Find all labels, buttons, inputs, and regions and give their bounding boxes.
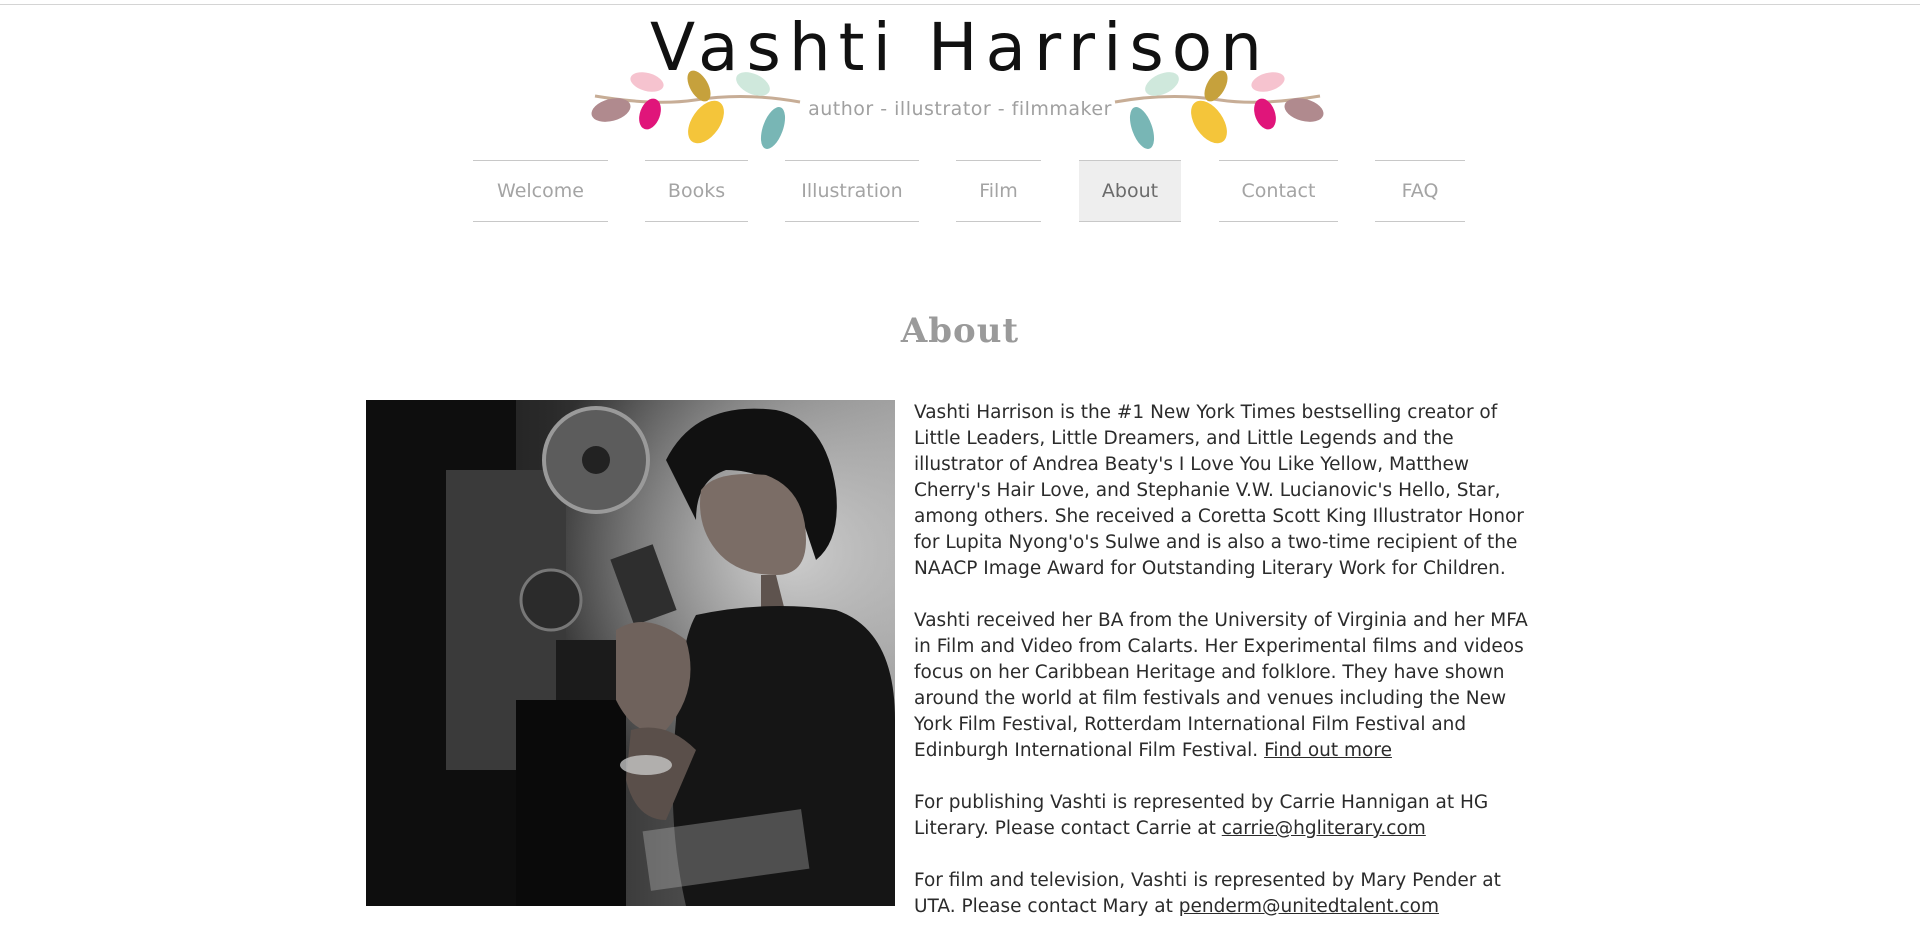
- portrait-photo: [366, 400, 895, 906]
- main-navigation: Welcome Books Illustration Film About Co…: [0, 160, 1920, 223]
- bio-paragraph-film: For film and television, Vashti is repre…: [914, 868, 1536, 920]
- site-title[interactable]: Vashti Harrison: [0, 6, 1920, 90]
- bio-text: Vashti Harrison is the #1 New York Times…: [914, 400, 1536, 946]
- nav-illustration[interactable]: Illustration: [785, 160, 919, 222]
- nav-film[interactable]: Film: [956, 160, 1041, 222]
- page-title: About: [900, 310, 1020, 351]
- education-text: Vashti received her BA from the Universi…: [914, 610, 1528, 761]
- mary-email-link[interactable]: penderm@unitedtalent.com: [1179, 896, 1439, 917]
- bio-paragraph-intro: Vashti Harrison is the #1 New York Times…: [914, 402, 1524, 579]
- carrie-email-link[interactable]: carrie@hgliterary.com: [1222, 818, 1426, 839]
- bio-paragraph-publishing: For publishing Vashti is represented by …: [914, 790, 1536, 842]
- nav-welcome[interactable]: Welcome: [473, 160, 608, 222]
- nav-books[interactable]: Books: [645, 160, 748, 222]
- bio-paragraph-education: Vashti received her BA from the Universi…: [914, 608, 1536, 764]
- find-out-more-link[interactable]: Find out more: [1264, 740, 1392, 761]
- right-leaf-branch-icon: [1114, 70, 1324, 149]
- top-divider: [0, 4, 1920, 5]
- site-tagline: author - illustrator - filmmaker: [808, 98, 1112, 120]
- nav-contact[interactable]: Contact: [1219, 160, 1338, 222]
- nav-about[interactable]: About: [1079, 160, 1181, 222]
- nav-faq[interactable]: FAQ: [1375, 160, 1465, 222]
